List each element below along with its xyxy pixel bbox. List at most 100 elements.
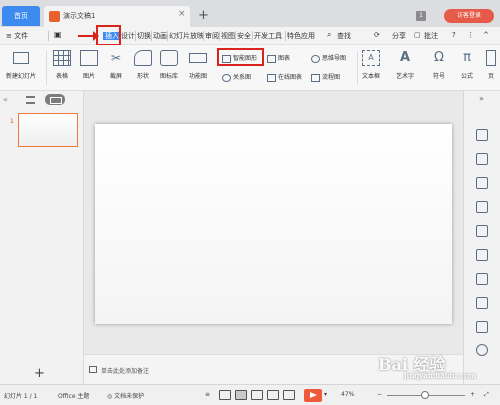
menu-developer[interactable]: 开发工具 <box>254 31 282 41</box>
cursor-icon[interactable] <box>476 129 488 141</box>
icon-library-button[interactable]: 图标库 <box>160 50 178 80</box>
document-title: 演示文稿1 <box>63 12 96 20</box>
shape-button[interactable]: 形状 <box>134 50 152 80</box>
textbox-button[interactable]: A 文本框 <box>362 50 380 80</box>
outline-view-icon[interactable] <box>26 96 35 104</box>
sidebar-collapse-icon[interactable]: » <box>479 94 484 103</box>
grid-icon[interactable] <box>476 225 488 237</box>
save-icon[interactable]: ▣ <box>54 30 62 39</box>
help-icon[interactable]: ? <box>452 31 456 39</box>
share-button[interactable]: 分享 <box>392 31 406 41</box>
sorter-view-icon[interactable] <box>251 390 263 400</box>
menu-design[interactable]: 设计 <box>121 31 135 41</box>
flowchart-button[interactable]: 流程图 <box>311 72 340 82</box>
sync-icon[interactable]: ⟳ <box>374 31 380 39</box>
animation-icon[interactable] <box>476 249 488 261</box>
online-chart-button[interactable]: 在线图表 <box>267 72 302 82</box>
play-options-icon[interactable]: ▾ <box>324 391 327 398</box>
search-icon[interactable]: ⌕ <box>327 30 331 40</box>
divider <box>252 31 253 41</box>
menu-security[interactable]: 安全 <box>237 31 251 41</box>
help-circle-icon[interactable] <box>476 344 488 356</box>
new-tab-button[interactable]: + <box>198 8 209 23</box>
normal-view-icon[interactable] <box>219 390 231 400</box>
notes-placeholder: 单击此处添加备注 <box>101 368 150 375</box>
relation-chart-button[interactable]: 关系图 <box>222 72 251 82</box>
more-icon[interactable]: ⋮ <box>467 31 474 39</box>
style-icon[interactable] <box>476 153 488 165</box>
new-slide-button[interactable]: 新建幻灯片 <box>6 50 36 80</box>
tools-icon[interactable] <box>476 273 488 285</box>
textbox-label: 文本框 <box>362 73 381 80</box>
flowchart-icon <box>311 73 320 82</box>
new-slide-icon <box>13 52 29 64</box>
page-button[interactable]: 页 <box>486 50 496 80</box>
slide-canvas[interactable] <box>95 124 452 324</box>
new-slide-label: 新建幻灯片 <box>6 73 37 80</box>
zoom-in-button[interactable]: + <box>470 391 475 398</box>
page-label: 页 <box>487 73 494 80</box>
formula-label: 公式 <box>460 73 473 80</box>
collapse-panel-icon[interactable]: « <box>3 95 8 104</box>
menu-slideshow[interactable]: 幻灯片放映 <box>169 31 204 41</box>
online-chart-label: 在线图表 <box>278 74 303 81</box>
play-slideshow-button[interactable] <box>304 389 322 402</box>
tab-home[interactable]: 首页 <box>2 6 40 26</box>
table-style-icon[interactable] <box>476 201 488 213</box>
comment-button[interactable]: 批注 <box>424 31 438 41</box>
menu-animation[interactable]: 动画 <box>153 31 167 41</box>
notes-toggle-icon[interactable]: ≡ <box>205 391 210 398</box>
mind-map-button[interactable]: 思维导图 <box>311 53 346 63</box>
chart-button[interactable]: 图表 <box>267 53 290 63</box>
collapse-ribbon-icon[interactable]: ^ <box>483 31 489 39</box>
login-button[interactable]: 访客登录 <box>444 9 494 23</box>
backup-icon[interactable] <box>476 297 488 309</box>
menu-special[interactable]: 特色应用 <box>287 31 315 41</box>
table-icon <box>53 50 71 66</box>
menu-transition[interactable]: 切换 <box>137 31 151 41</box>
mind-map-icon <box>311 54 320 63</box>
notes-view-icon[interactable] <box>283 390 295 400</box>
zoom-slider-handle[interactable] <box>421 391 429 399</box>
relation-chart-label: 关系图 <box>233 74 252 81</box>
wordart-button[interactable]: A 艺术字 <box>396 50 414 80</box>
function-chart-icon <box>189 53 207 63</box>
close-tab-icon[interactable]: × <box>178 9 186 19</box>
slide-thumbnail[interactable] <box>18 113 78 147</box>
tab-document[interactable]: 演示文稿1 × <box>44 6 190 27</box>
formula-button[interactable]: π 公式 <box>458 50 476 80</box>
shape-icon <box>134 50 152 66</box>
slide-view-icon[interactable] <box>235 390 247 400</box>
menu-review[interactable]: 审阅 <box>205 31 219 41</box>
menu-view[interactable]: 视图 <box>221 31 235 41</box>
thumbnail-view-icon[interactable] <box>45 94 65 105</box>
function-chart-button[interactable]: 功能图 <box>189 50 207 80</box>
zoom-level[interactable]: 47% <box>341 391 354 398</box>
fit-window-icon[interactable]: ⤢ <box>484 391 489 399</box>
zoom-out-button[interactable]: − <box>377 391 382 398</box>
page-icon <box>486 50 496 66</box>
divider <box>48 31 49 41</box>
arrow-icon[interactable] <box>476 321 488 333</box>
online-chart-icon <box>267 73 276 82</box>
image-button[interactable]: 图片 <box>80 50 98 80</box>
chart-label: 图表 <box>278 55 291 62</box>
presentation-icon <box>49 11 60 22</box>
icon-library-icon <box>160 50 178 66</box>
add-slide-button[interactable]: + <box>34 366 45 381</box>
omega-icon: Ω <box>434 50 444 65</box>
screenshot-button[interactable]: ✂ 截屏 <box>107 50 125 80</box>
search-button[interactable]: 查找 <box>337 31 351 41</box>
comment-icon[interactable]: ▢ <box>414 31 421 39</box>
symbol-button[interactable]: Ω 符号 <box>430 50 448 80</box>
divider <box>135 31 136 41</box>
scissors-icon: ✂ <box>110 51 122 65</box>
file-menu[interactable]: ≡ 文件 <box>6 31 28 41</box>
window-count-badge[interactable]: 1 <box>416 11 426 21</box>
chart-icon <box>267 54 276 63</box>
protect-status[interactable]: ◎ 文档未保护 <box>107 391 144 400</box>
layout-icon[interactable] <box>476 177 488 189</box>
theme-name[interactable]: Office 主题 <box>58 391 89 400</box>
table-button[interactable]: 表格 <box>53 50 71 80</box>
reading-view-icon[interactable] <box>267 390 279 400</box>
